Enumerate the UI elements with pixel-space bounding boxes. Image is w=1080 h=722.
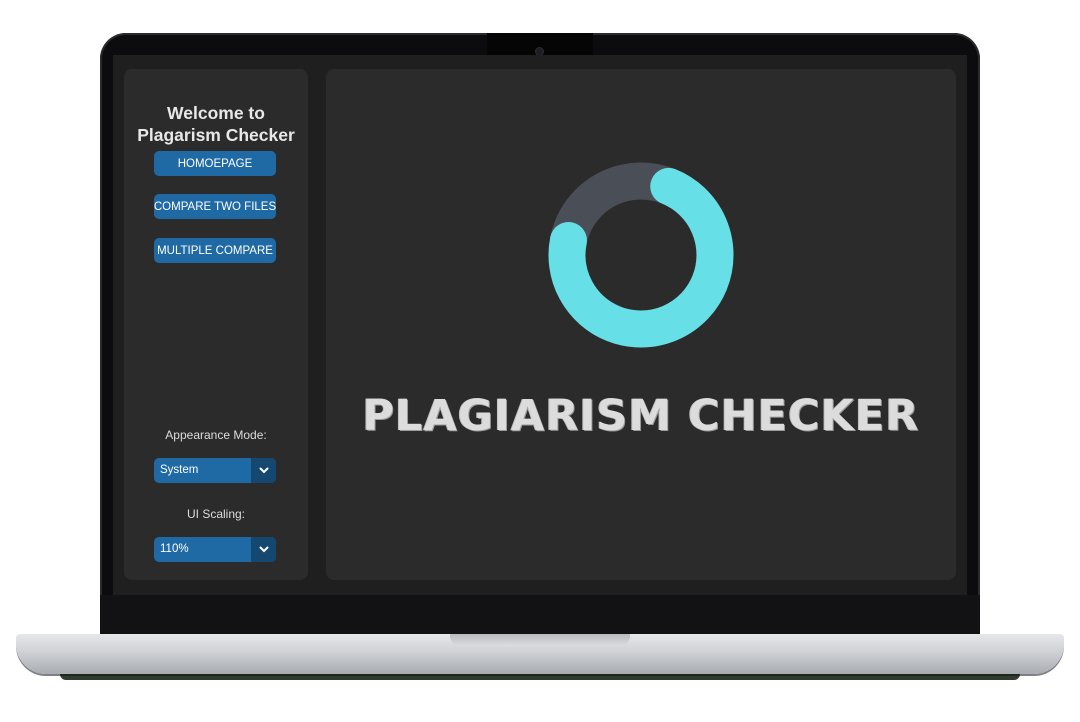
laptop-shadow [60, 674, 1020, 680]
chevron-down-icon[interactable] [251, 458, 276, 483]
app-window: Welcome to Plagarism Checker HOMOEPAGE C… [113, 55, 967, 595]
appearance-mode-label: Appearance Mode: [165, 428, 267, 442]
appearance-mode-select[interactable]: System [154, 458, 276, 483]
progress-ring-icon [548, 162, 734, 348]
multiple-compare-button[interactable]: MULTIPLE COMPARE [154, 238, 276, 263]
main-panel: PLAGIARISM CHECKER [326, 69, 956, 580]
chevron-down-icon[interactable] [251, 537, 276, 562]
appearance-mode-value: System [160, 464, 199, 476]
ui-scaling-label: UI Scaling: [186, 507, 246, 521]
welcome-heading: Welcome to Plagarism Checker [124, 102, 308, 146]
ui-scaling-value: 110% [160, 543, 189, 555]
sidebar: Welcome to Plagarism Checker HOMOEPAGE C… [124, 69, 308, 580]
ui-scaling-select[interactable]: 110% [154, 537, 276, 562]
laptop-bezel-bottom [100, 595, 980, 635]
laptop-opening-notch [450, 634, 630, 646]
camera-icon [536, 48, 543, 55]
welcome-line-1: Welcome to [167, 103, 265, 123]
app-title: PLAGIARISM CHECKER [362, 391, 920, 441]
compare-two-files-button[interactable]: COMPARE TWO FILES [154, 194, 276, 219]
homepage-button[interactable]: HOMOEPAGE [154, 151, 276, 176]
welcome-line-2: Plagarism Checker [137, 125, 295, 145]
